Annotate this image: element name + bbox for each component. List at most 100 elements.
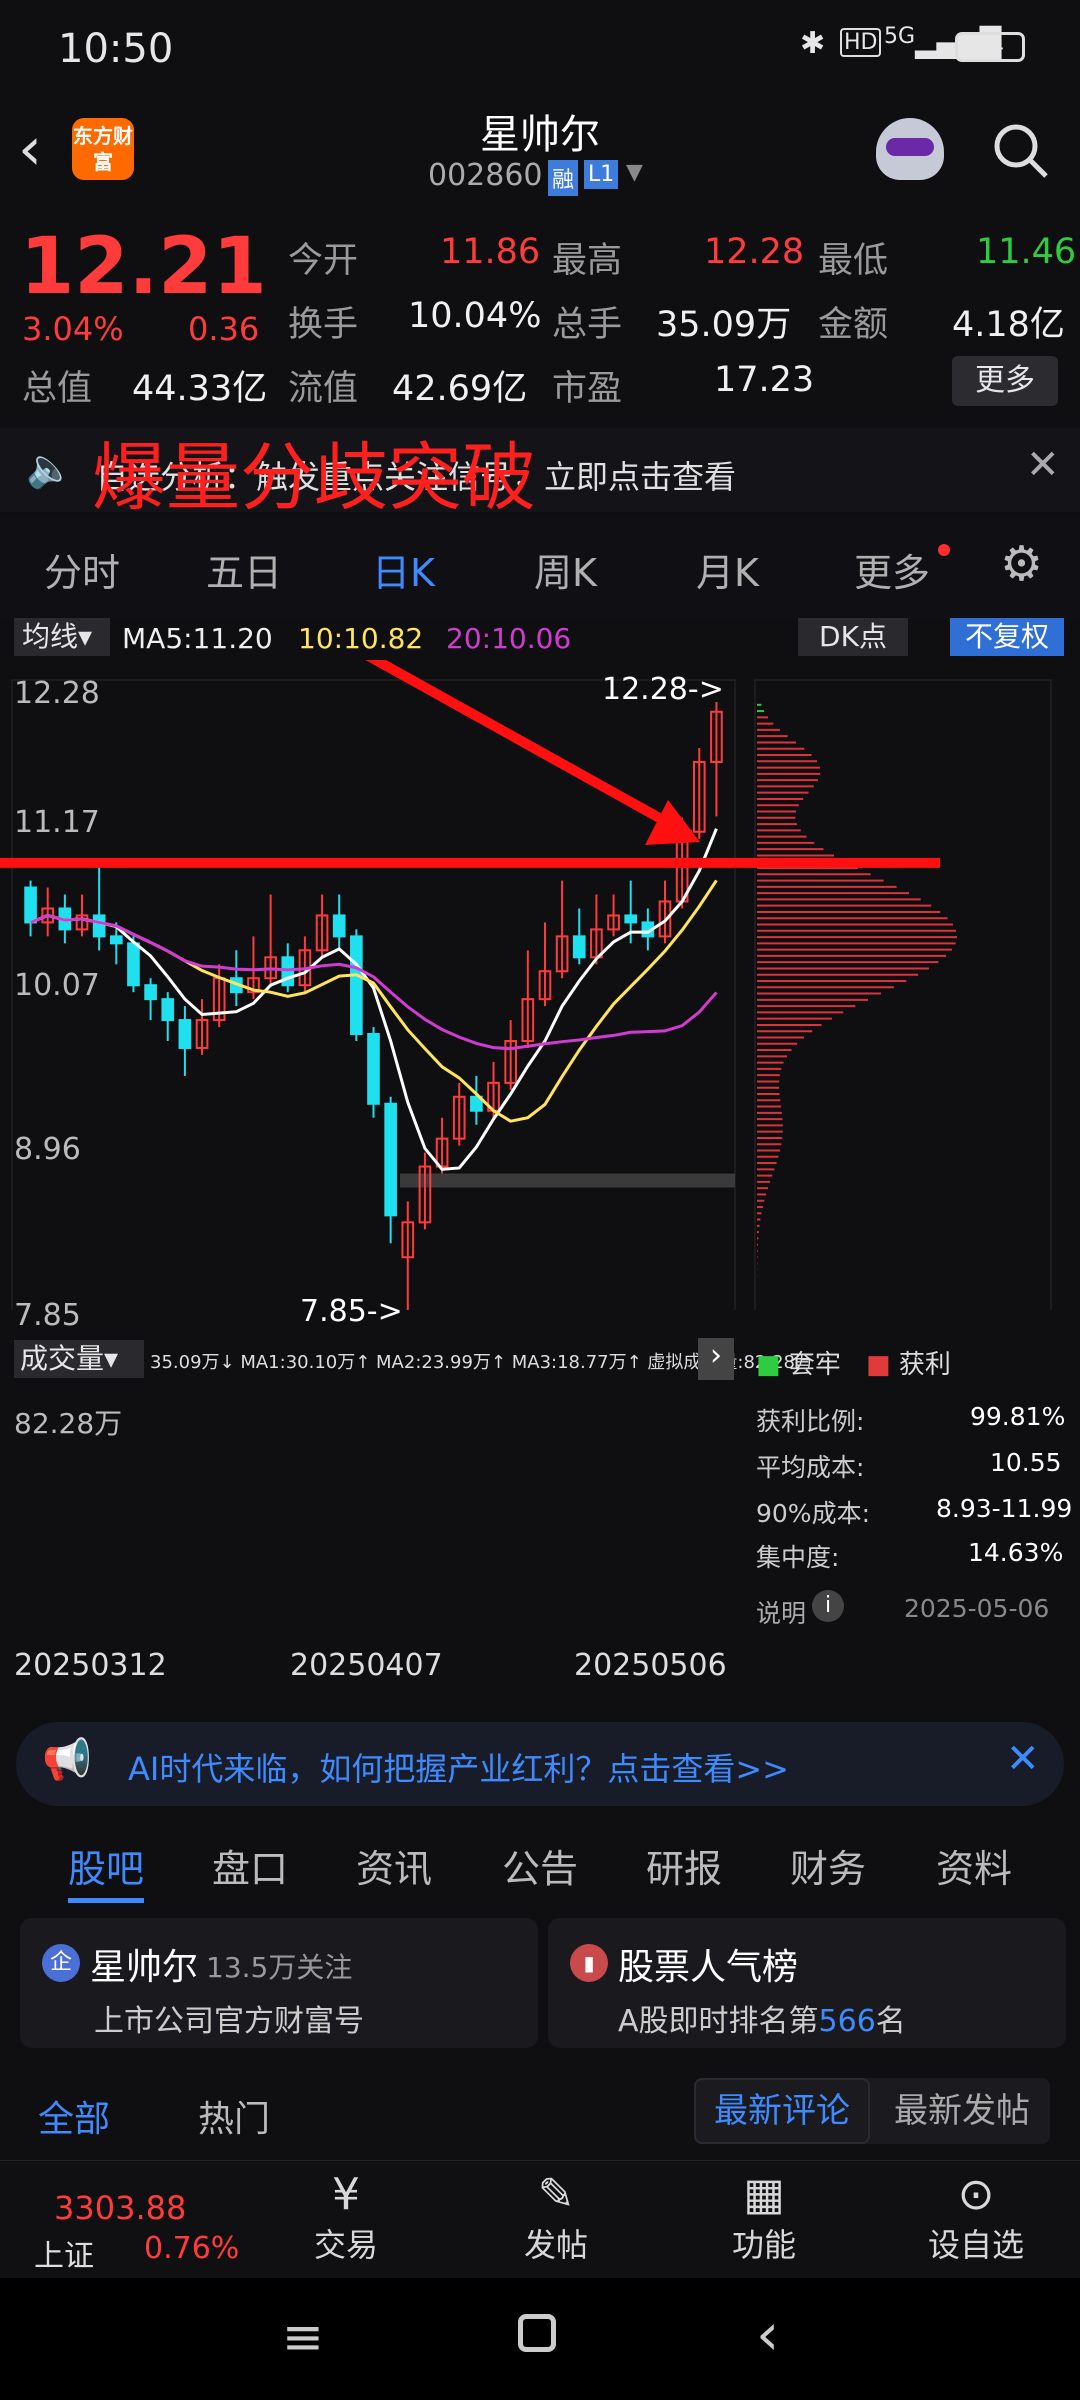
value-total-cap: 44.33亿 xyxy=(132,369,268,409)
annotation-text: 爆量分歧突破 xyxy=(92,435,536,521)
rank-chart-icon: ▮ xyxy=(570,1944,608,1982)
function-button[interactable]: ▦ 功能 xyxy=(684,2169,844,2266)
back-icon[interactable]: ‹ xyxy=(756,2300,779,2368)
ma-selector-button[interactable]: 均线▾ xyxy=(14,618,110,656)
rong-badge: 融 xyxy=(548,160,579,196)
tab-news[interactable]: 资讯 xyxy=(356,1838,432,1893)
chip-date: 2025-05-06 xyxy=(904,1594,1050,1623)
tab-pankou[interactable]: 盘口 xyxy=(212,1838,288,1893)
y-label-4: 8.96 xyxy=(14,1132,81,1167)
low-marker: 7.85-> xyxy=(300,1294,403,1329)
tab-profile[interactable]: 资料 xyxy=(936,1838,1012,1893)
candle-body xyxy=(92,914,106,938)
candle-body xyxy=(144,984,157,1001)
tab-finance[interactable]: 财务 xyxy=(790,1838,866,1893)
sort-latest-comment[interactable]: 最新评论 xyxy=(694,2078,870,2144)
official-account-card[interactable]: 企 星帅尔 13.5万关注 上市公司官方财富号 xyxy=(20,1918,538,2048)
tab-research[interactable]: 研报 xyxy=(646,1838,722,1893)
quote-panel: 12.21 3.04% 0.36 今开 11.86 最高 12.28 最低 11… xyxy=(0,212,1080,427)
filter-hot[interactable]: 热门 xyxy=(198,2090,270,2142)
home-icon[interactable] xyxy=(518,2314,556,2352)
tab-five-day[interactable]: 五日 xyxy=(206,542,282,597)
y-label-2: 11.17 xyxy=(14,805,100,840)
candle-body xyxy=(367,1033,380,1105)
close-icon[interactable]: ✕ xyxy=(1026,442,1060,488)
grid-icon: ▦ xyxy=(743,2169,785,2220)
trade-button[interactable]: ¥ 交易 xyxy=(266,2169,426,2266)
yen-cycle-icon: ¥ xyxy=(332,2169,360,2220)
sort-latest-post[interactable]: 最新发帖 xyxy=(874,2078,1050,2144)
stat-concentration-label: 集中度: xyxy=(756,1543,840,1572)
label-total-cap: 总值 xyxy=(22,369,93,409)
status-bar: 10:50 ✱ HD 5G ▂▄▆█ 94 xyxy=(0,0,1080,96)
search-icon[interactable] xyxy=(990,120,1052,182)
back-arrow-icon[interactable]: ‹ xyxy=(18,114,42,184)
signal-tip-bar[interactable]: 🔈 自选分析：触发重点关注信号，立即点击查看 ✕ 爆量分歧突破 xyxy=(0,428,1080,521)
tab-monthly-k[interactable]: 月K xyxy=(696,542,759,597)
label-low: 最低 xyxy=(818,241,889,281)
card2-sub: A股即时排名第566名 xyxy=(618,2004,906,2039)
ma5-line xyxy=(30,828,718,1171)
hd-icon: HD xyxy=(840,28,882,57)
volume-selector-button[interactable]: 成交量▾ xyxy=(14,1340,144,1378)
tab-intraday[interactable]: 分时 xyxy=(44,542,120,597)
label-volume: 总手 xyxy=(552,305,623,345)
tab-guba[interactable]: 股吧 xyxy=(68,1838,144,1893)
note-label[interactable]: 说明 xyxy=(756,1594,806,1630)
tab-more[interactable]: 更多 xyxy=(854,542,930,597)
no-adjust-button[interactable]: 不复权 xyxy=(950,618,1064,656)
robot-assistant-icon[interactable] xyxy=(876,118,944,180)
candle-body xyxy=(624,914,638,924)
candle-body xyxy=(24,886,37,924)
stat-profit-ratio-value: 99.81% xyxy=(970,1402,1066,1431)
stat-avg-cost-value: 10.55 xyxy=(990,1448,1062,1477)
bottom-toolbar: 3303.88 上证 0.76% ¥ 交易 ✎ 发帖 ▦ 功能 ⊙ 设自选 xyxy=(0,2160,1080,2278)
card2-name: 股票人气榜 xyxy=(618,1947,799,1988)
candle-body xyxy=(127,942,140,987)
candlestick-chart[interactable]: «−+‹› xyxy=(0,660,1080,1310)
label-open: 今开 xyxy=(288,241,359,281)
info-icon[interactable]: i xyxy=(812,1590,844,1622)
post-button[interactable]: ✎ 发帖 xyxy=(476,2169,636,2266)
ma20-label: 20:10.06 xyxy=(446,622,572,655)
more-button[interactable]: 更多 xyxy=(952,356,1058,406)
l1-badge: L1 xyxy=(584,160,619,189)
tab-weekly-k[interactable]: 周K xyxy=(534,542,597,597)
label-high: 最高 xyxy=(552,241,623,281)
add-watchlist-button[interactable]: ⊙ 设自选 xyxy=(896,2169,1056,2266)
system-nav-bar: ≡ ‹ xyxy=(0,2278,1080,2400)
edit-icon: ✎ xyxy=(537,2169,575,2220)
card1-sub: 上市公司官方财富号 xyxy=(94,2004,364,2039)
dk-point-button[interactable]: DK点 xyxy=(798,618,908,656)
support-band xyxy=(400,1173,735,1188)
change-amount: 0.36 xyxy=(188,310,260,348)
popularity-rank-card[interactable]: ▮ 股票人气榜 A股即时排名第566名 xyxy=(548,1918,1066,2048)
candle-body xyxy=(178,1019,192,1049)
filter-all[interactable]: 全部 xyxy=(38,2090,110,2142)
tab-announcement[interactable]: 公告 xyxy=(502,1838,578,1893)
chevron-down-icon[interactable]: ▼ xyxy=(626,160,643,185)
banner-close-icon[interactable]: ✕ xyxy=(1006,1736,1040,1782)
tab-daily-k[interactable]: 日K xyxy=(372,542,435,597)
stat-avg-cost-label: 平均成本: xyxy=(756,1453,865,1482)
menu-icon[interactable]: ≡ xyxy=(282,2308,324,2366)
banner-text[interactable]: AI时代来临，如何把握产业红利？点击查看>> xyxy=(128,1744,789,1790)
battery-icon: 94 xyxy=(955,32,1025,62)
candle-body xyxy=(572,935,586,959)
post-filter-tabs: 全部 热门 最新评论 最新发帖 xyxy=(0,2060,1080,2160)
speaker-icon: 🔈 xyxy=(26,446,74,490)
app-logo[interactable]: 东方财富 xyxy=(72,118,134,180)
index-value[interactable]: 3303.88 xyxy=(54,2189,186,2227)
label-float-cap: 流值 xyxy=(288,369,359,409)
expand-arrow-icon[interactable]: › xyxy=(698,1338,734,1380)
ai-banner[interactable]: 📢 AI时代来临，如何把握产业红利？点击查看>> ✕ xyxy=(16,1722,1064,1806)
stock-name: 星帅尔 xyxy=(480,112,600,158)
stat-90-cost-value: 8.93-11.99 xyxy=(936,1494,1073,1523)
value-float-cap: 42.69亿 xyxy=(392,369,528,409)
value-open: 11.86 xyxy=(440,232,541,272)
settings-gear-icon[interactable]: ⚙ xyxy=(1000,536,1043,592)
high-marker: 12.28-> xyxy=(602,672,724,707)
candle-body xyxy=(161,998,175,1022)
value-turnover: 10.04% xyxy=(408,296,542,336)
value-pe: 17.23 xyxy=(714,360,815,400)
